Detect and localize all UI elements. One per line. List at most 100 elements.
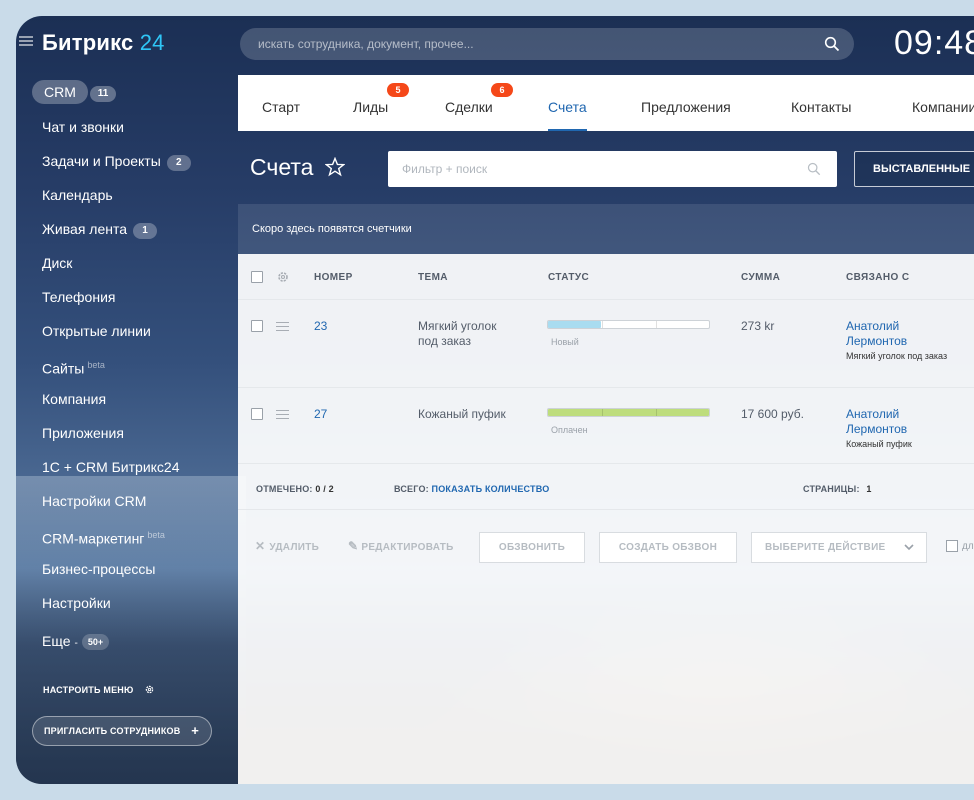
sidebar-item-telephony[interactable]: Телефония xyxy=(42,280,242,314)
sidebar-item-label: CRM-маркетинг xyxy=(42,530,145,547)
row-menu-icon[interactable] xyxy=(276,322,289,331)
sidebar-item-label: Календарь xyxy=(42,187,113,203)
delete-button[interactable]: ✕ УДАЛИТЬ xyxy=(255,539,319,553)
column-header-number[interactable]: НОМЕР xyxy=(314,272,353,283)
sidebar-item-label: 1С + CRM Битрикс24 xyxy=(42,459,180,475)
sidebar-item-bizproc[interactable]: Бизнес-процессы xyxy=(42,552,242,586)
grid-footer: ОТМЕЧЕНО: 0 / 2 ВСЕГО: ПОКАЗАТЬ КОЛИЧЕСТ… xyxy=(238,464,974,510)
tab-label: Контакты xyxy=(791,99,852,115)
contact-link[interactable]: Анатолий Лермонтов xyxy=(846,407,907,436)
crm-counter-badge: 11 xyxy=(90,86,116,102)
global-search[interactable] xyxy=(240,28,854,60)
plus-icon: + xyxy=(191,723,199,738)
total-counter: ВСЕГО: ПОКАЗАТЬ КОЛИЧЕСТВО xyxy=(394,484,549,494)
total-label: ВСЕГО: xyxy=(394,484,429,494)
logo-number: 24 xyxy=(139,30,165,55)
call-button[interactable]: ОБЗВОНИТЬ xyxy=(479,532,585,563)
row-menu-icon[interactable] xyxy=(276,410,289,419)
column-header-sum[interactable]: СУММА xyxy=(741,272,780,283)
edit-button[interactable]: ✎ РЕДАКТИРОВАТЬ xyxy=(348,539,454,553)
search-icon[interactable] xyxy=(824,36,840,52)
sidebar-item-chat[interactable]: Чат и звонки xyxy=(42,110,242,144)
status-fill xyxy=(548,409,709,416)
tab-companies[interactable]: Компании xyxy=(912,75,974,131)
logo-text: Битрикс xyxy=(42,30,134,55)
sidebar-item-settings[interactable]: Настройки xyxy=(42,586,242,620)
status-progress-bar[interactable] xyxy=(547,320,710,329)
apply-to-all-checkbox[interactable] xyxy=(946,540,958,552)
sidebar-item-1c[interactable]: 1С + CRM Битрикс24 xyxy=(42,450,242,484)
checked-value: 0 / 2 xyxy=(315,484,334,494)
invoice-number[interactable]: 27 xyxy=(314,407,327,422)
sidebar-item-open-lines[interactable]: Открытые линии xyxy=(42,314,242,348)
grid-header: НОМЕР ТЕМА СТАТУС СУММА СВЯЗАНО С xyxy=(238,254,974,300)
invoices-grid: НОМЕР ТЕМА СТАТУС СУММА СВЯЗАНО С 23 Мяг… xyxy=(238,254,974,784)
global-search-input[interactable] xyxy=(240,28,854,60)
tab-contacts[interactable]: Контакты xyxy=(791,75,851,131)
close-icon: ✕ xyxy=(255,539,266,553)
invoice-topic: Кожаный пуфик xyxy=(418,407,506,421)
logo[interactable]: Битрикс 24 xyxy=(42,30,165,56)
show-count-link[interactable]: ПОКАЗАТЬ КОЛИЧЕСТВО xyxy=(432,484,550,494)
tab-quotes[interactable]: Предложения xyxy=(641,75,731,131)
filter-search-input[interactable] xyxy=(388,151,837,187)
tab-label: Сделки xyxy=(445,99,493,115)
column-header-linked[interactable]: СВЯЗАНО С xyxy=(846,272,909,283)
search-icon[interactable] xyxy=(807,162,821,176)
row-checkbox[interactable] xyxy=(251,320,263,332)
tab-start[interactable]: Старт xyxy=(262,75,300,131)
linked-entity: Анатолий Лермонтов Кожаный пуфик xyxy=(846,407,956,451)
pages-label: СТРАНИЦЫ: xyxy=(803,484,860,494)
select-all-checkbox[interactable] xyxy=(251,271,263,283)
choose-action-select[interactable]: ВЫБЕРИТЕ ДЕЙСТВИЕ xyxy=(751,532,927,563)
sidebar-item-crm-settings[interactable]: Настройки CRM xyxy=(42,484,242,518)
invoice-number-link[interactable]: 23 xyxy=(314,319,327,333)
tab-label: Предложения xyxy=(641,99,731,115)
status-segment-divider xyxy=(656,409,657,416)
configure-menu-button[interactable]: НАСТРОИТЬ МЕНЮ xyxy=(43,684,155,695)
table-row[interactable]: 27 Кожаный пуфик Оплачен 17 600 руб. Ана… xyxy=(238,388,974,464)
sidebar-item-company[interactable]: Компания xyxy=(42,382,242,416)
apply-to-all-label: дл xyxy=(962,541,974,552)
star-icon[interactable] xyxy=(325,157,345,177)
sidebar-item-calendar[interactable]: Календарь xyxy=(42,178,242,212)
contact-link[interactable]: Анатолий Лермонтов xyxy=(846,319,907,348)
sidebar-item-crm[interactable]: CRM xyxy=(32,80,88,104)
linked-note: Мягкий уголок под заказ xyxy=(846,351,948,361)
menu-burger-icon[interactable] xyxy=(19,36,33,46)
column-header-topic[interactable]: ТЕМА xyxy=(418,272,448,283)
status-label: Оплачен xyxy=(551,425,588,435)
column-header-status[interactable]: СТАТУС xyxy=(548,272,589,283)
sidebar-item-disk[interactable]: Диск xyxy=(42,246,242,280)
sidebar-item-sites[interactable]: Сайты beta xyxy=(42,348,242,382)
sidebar-item-more[interactable]: Еще -50+ xyxy=(42,624,242,658)
delete-label: УДАЛИТЬ xyxy=(269,542,320,553)
chevron-down-icon: - xyxy=(74,638,78,649)
gear-icon xyxy=(145,685,154,694)
invoice-number-link[interactable]: 27 xyxy=(314,407,327,421)
filter-search[interactable] xyxy=(388,151,837,187)
linked-note: Кожаный пуфик xyxy=(846,439,912,449)
create-call-button[interactable]: СОЗДАТЬ ОБЗВОН xyxy=(599,532,737,563)
invoice-number[interactable]: 23 xyxy=(314,319,327,334)
sidebar-item-label: Чат и звонки xyxy=(42,119,124,135)
issued-filter-button[interactable]: ВЫСТАВЛЕННЫЕ xyxy=(854,151,974,187)
page-number[interactable]: 1 xyxy=(866,484,871,494)
sidebar-item-tasks[interactable]: Задачи и Проекты 2 xyxy=(42,144,242,178)
sidebar-item-feed[interactable]: Живая лента 1 xyxy=(42,212,242,246)
tab-deals[interactable]: Сделки 6 xyxy=(445,75,513,131)
clock[interactable]: 09:48 xyxy=(894,24,974,63)
sidebar-item-apps[interactable]: Приложения xyxy=(42,416,242,450)
gear-icon[interactable] xyxy=(276,270,290,284)
edit-label: РЕДАКТИРОВАТЬ xyxy=(361,542,454,553)
invoice-topic: Мягкий уголок под заказ xyxy=(418,319,497,348)
row-checkbox[interactable] xyxy=(251,408,263,420)
sidebar-counter-badge: 2 xyxy=(166,155,191,171)
app-window: Битрикс 24 09:48 CRM 11 Чат и звонки Зад… xyxy=(16,16,974,784)
sidebar-item-crm-marketing[interactable]: CRM-маркетинг beta xyxy=(42,518,242,552)
invite-employees-button[interactable]: ПРИГЛАСИТЬ СОТРУДНИКОВ + xyxy=(32,716,212,746)
table-row[interactable]: 23 Мягкий уголок под заказ Новый 273 kr … xyxy=(238,300,974,388)
tab-invoices[interactable]: Счета xyxy=(548,75,587,131)
status-progress-bar[interactable] xyxy=(547,408,710,417)
tab-leads[interactable]: Лиды 5 xyxy=(353,75,409,131)
